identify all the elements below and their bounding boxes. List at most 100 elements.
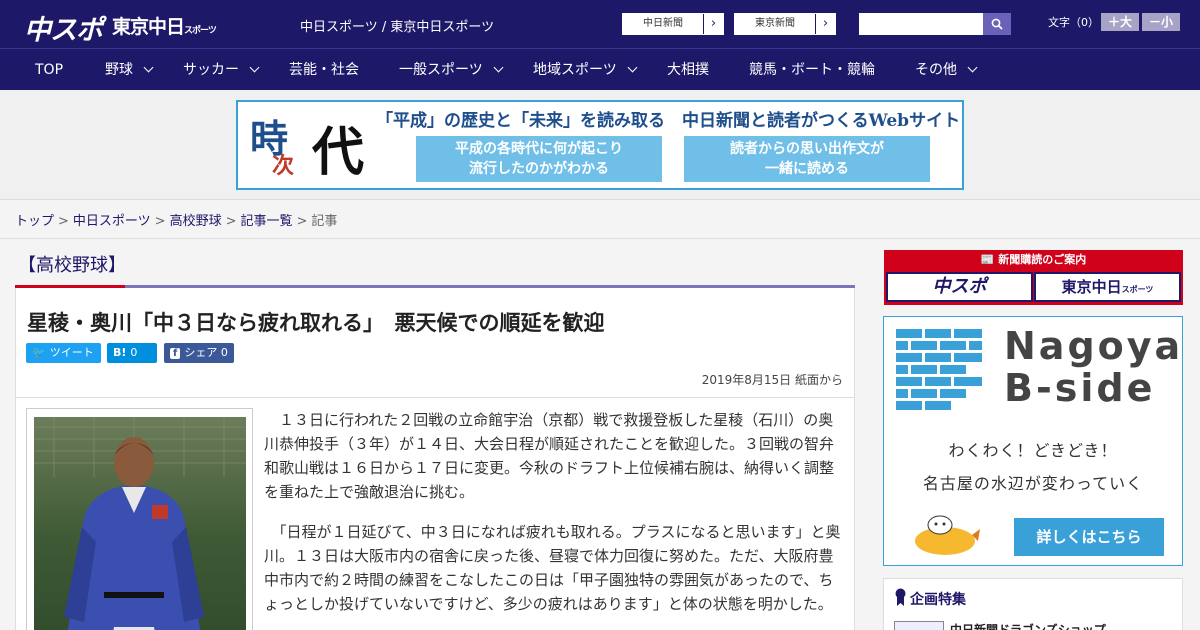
pitcher-photo-image xyxy=(34,417,246,630)
article-date: 2019年8月15日 紙面から xyxy=(701,373,843,387)
facebook-icon: f xyxy=(170,348,181,359)
breadcrumb-separator: > xyxy=(58,214,69,229)
breadcrumb-separator: > xyxy=(225,214,237,229)
feature-title: 企画特集 xyxy=(910,592,966,608)
nav-item-local-sports[interactable]: 地域スポーツ xyxy=(533,49,638,91)
chevron-down-icon xyxy=(627,62,638,73)
breadcrumb-high-school-baseball[interactable]: 高校野球 xyxy=(170,214,222,229)
tweet-button[interactable]: 🐦 ツイート xyxy=(26,343,101,363)
sub-logo-tokyo-small: スポーツ xyxy=(1121,285,1154,294)
breadcrumb-current: 記事 xyxy=(311,214,338,229)
search-button[interactable] xyxy=(983,13,1011,35)
chunichi-shimbun-label: 中日新聞 xyxy=(643,18,683,29)
banner-box-right-line2: 一緒に読める xyxy=(765,161,849,177)
twitter-icon: 🐦 xyxy=(32,346,46,359)
article-photo-frame xyxy=(26,408,253,630)
article-header: 星稜・奥川「中３日なら疲れ取れる」 悪天候での順延を歓迎 🐦 ツイート B! 0 f… xyxy=(15,288,855,398)
nav-item-racing[interactable]: 競馬・ボート・競輪 xyxy=(749,49,875,91)
banner-box-right-line1: 読者からの思い出作文が xyxy=(730,141,884,157)
jidai-banner-ad[interactable]: 時 次 代 「平成」の歴史と「未来」を読み取る 中日新聞と読者がつくるWebサイ… xyxy=(236,100,964,190)
subscribe-tokyo-chunichi[interactable]: 東京中日スポーツ xyxy=(1034,272,1181,302)
banner-emblem-char-2: 次 xyxy=(272,153,295,179)
facebook-share-label: シェア xyxy=(184,346,218,359)
ad-copy-line2: 名古屋の水辺が変わっていく xyxy=(922,474,1144,493)
logo-chunichi-sports[interactable]: 中スポ xyxy=(24,8,103,47)
nav-label: その他 xyxy=(915,62,957,78)
tokyo-shimbun-link[interactable]: 東京新聞 › xyxy=(734,13,836,35)
ad-title-line2: B-side xyxy=(1004,366,1156,410)
ad-details-button[interactable]: 詳しくはこちら xyxy=(1014,518,1164,556)
chevron-down-icon xyxy=(493,62,504,73)
brick-wall-icon xyxy=(896,329,982,410)
banner-area: 時 次 代 「平成」の歴史と「未来」を読み取る 中日新聞と読者がつくるWebサイ… xyxy=(0,90,1200,200)
nav-label: 芸能・社会 xyxy=(289,62,359,78)
nav-label: TOP xyxy=(35,62,64,78)
banner-box-left: 平成の各時代に何が起こり 流行したのかがわかる xyxy=(416,136,662,182)
article-paragraph: １３日に行われた２回戦の立命館宇治（京都）戦で救援登板した星稜（石川）の奥川恭伸… xyxy=(264,411,835,501)
logo-tokyo-chunichi-text: 東京中日 xyxy=(112,16,185,38)
nagoya-bside-ad[interactable]: Nagoya B-side わくわく！どきどき！ 名古屋の水辺が変わっていく 詳… xyxy=(883,316,1183,566)
facebook-share-count: 0 xyxy=(220,346,228,359)
nav-label: 競馬・ボート・競輪 xyxy=(749,62,875,78)
search-icon xyxy=(991,18,1003,30)
hatena-icon: B! xyxy=(113,346,127,359)
subscription-heading: 📰 新聞購読のご案内 xyxy=(884,250,1183,270)
facebook-share-button[interactable]: f シェア 0 xyxy=(164,343,234,363)
nav-label: サッカー xyxy=(183,62,239,78)
banner-headline: 「平成」の歴史と「未来」を読み取る 中日新聞と読者がつくるWebサイト xyxy=(376,111,961,131)
main-nav: TOP 野球 サッカー 芸能・社会 一般スポーツ 地域スポーツ 大相撲 競馬・ボ… xyxy=(0,48,1200,90)
chunichi-shimbun-link[interactable]: 中日新聞 › xyxy=(622,13,724,35)
banner-box-left-line1: 平成の各時代に何が起こり xyxy=(455,141,623,157)
feature-thumbnail[interactable] xyxy=(894,621,944,630)
feature-item-link[interactable]: 中日新聞ドラゴンズショップ xyxy=(950,621,1106,630)
nav-item-entertainment[interactable]: 芸能・社会 xyxy=(289,49,359,91)
breadcrumb-article-list[interactable]: 記事一覧 xyxy=(241,214,293,229)
subscription-box: 📰 新聞購読のご案内 中スポ 東京中日スポーツ xyxy=(884,250,1183,305)
nav-item-baseball[interactable]: 野球 xyxy=(105,49,154,91)
font-decrease-button[interactable]: －小 xyxy=(1142,13,1180,31)
divider xyxy=(0,238,1200,239)
article-body: １３日に行われた２回戦の立命館宇治（京都）戦で救援登板した星稜（石川）の奥川恭伸… xyxy=(15,398,855,630)
nav-item-other[interactable]: その他 xyxy=(915,49,978,91)
banner-emblem: 時 次 代 xyxy=(240,104,372,186)
breadcrumb-separator: > xyxy=(154,214,166,229)
site-title: 中日スポーツ / 東京中日スポーツ xyxy=(300,20,495,35)
breadcrumb: トップ > 中日スポーツ > 高校野球 > 記事一覧 > 記事 xyxy=(15,210,337,229)
nav-label: 一般スポーツ xyxy=(399,62,483,78)
nav-item-sumo[interactable]: 大相撲 xyxy=(667,49,709,91)
article-paragraph: 「日程が１日延びて、中３日になれば疲れも取れる。プラスになると思います」と奥川。… xyxy=(264,523,841,613)
ad-title-line1: Nagoya xyxy=(1004,324,1184,368)
sub-logo-tokyo-text: 東京中日 xyxy=(1061,278,1122,296)
breadcrumb-chunichi-sports[interactable]: 中日スポーツ xyxy=(73,214,151,229)
ad-title: Nagoya B-side xyxy=(1004,325,1183,409)
chevron-right-icon: › xyxy=(703,14,723,34)
chevron-right-icon: › xyxy=(815,14,835,34)
tweet-label: ツイート xyxy=(49,346,94,359)
ebifurai-mascot-icon xyxy=(915,515,980,555)
banner-box-left-line2: 流行したのかがわかる xyxy=(469,161,609,177)
site-header: 中スポ 東京中日スポーツ 中日スポーツ / 東京中日スポーツ 中日新聞 › 東京… xyxy=(0,0,1200,48)
ad-copy-line1: わくわく！どきどき！ xyxy=(948,441,1118,460)
hatena-count: 0 xyxy=(130,346,138,359)
category-heading: 【高校野球】 xyxy=(18,255,126,276)
feature-section: 企画特集 中日新聞ドラゴンズショップ xyxy=(883,578,1183,630)
tokyo-shimbun-label: 東京新聞 xyxy=(755,18,795,29)
breadcrumb-top[interactable]: トップ xyxy=(15,214,54,229)
chevron-down-icon xyxy=(967,62,978,73)
nav-item-top[interactable]: TOP xyxy=(35,49,63,91)
nav-label: 野球 xyxy=(105,62,133,78)
breadcrumb-separator: > xyxy=(296,214,308,229)
font-increase-button[interactable]: ＋大 xyxy=(1101,13,1139,31)
article-photo[interactable] xyxy=(34,417,246,630)
nav-item-general-sports[interactable]: 一般スポーツ xyxy=(399,49,504,91)
chevron-down-icon xyxy=(249,62,260,73)
nav-label: 地域スポーツ xyxy=(533,62,617,78)
nav-item-soccer[interactable]: サッカー xyxy=(183,49,260,91)
font-size-label: 文字（0） xyxy=(1048,16,1099,29)
hatena-bookmark-button[interactable]: B! 0 xyxy=(107,343,157,363)
ribbon-icon xyxy=(895,588,906,606)
logo-tokyo-chunichi[interactable]: 東京中日スポーツ xyxy=(112,12,217,39)
subscribe-chunichi-sports[interactable]: 中スポ xyxy=(886,272,1033,302)
article-title: 星稜・奥川「中３日なら疲れ取れる」 悪天候での順延を歓迎 xyxy=(27,311,605,335)
search-input[interactable] xyxy=(859,13,983,35)
